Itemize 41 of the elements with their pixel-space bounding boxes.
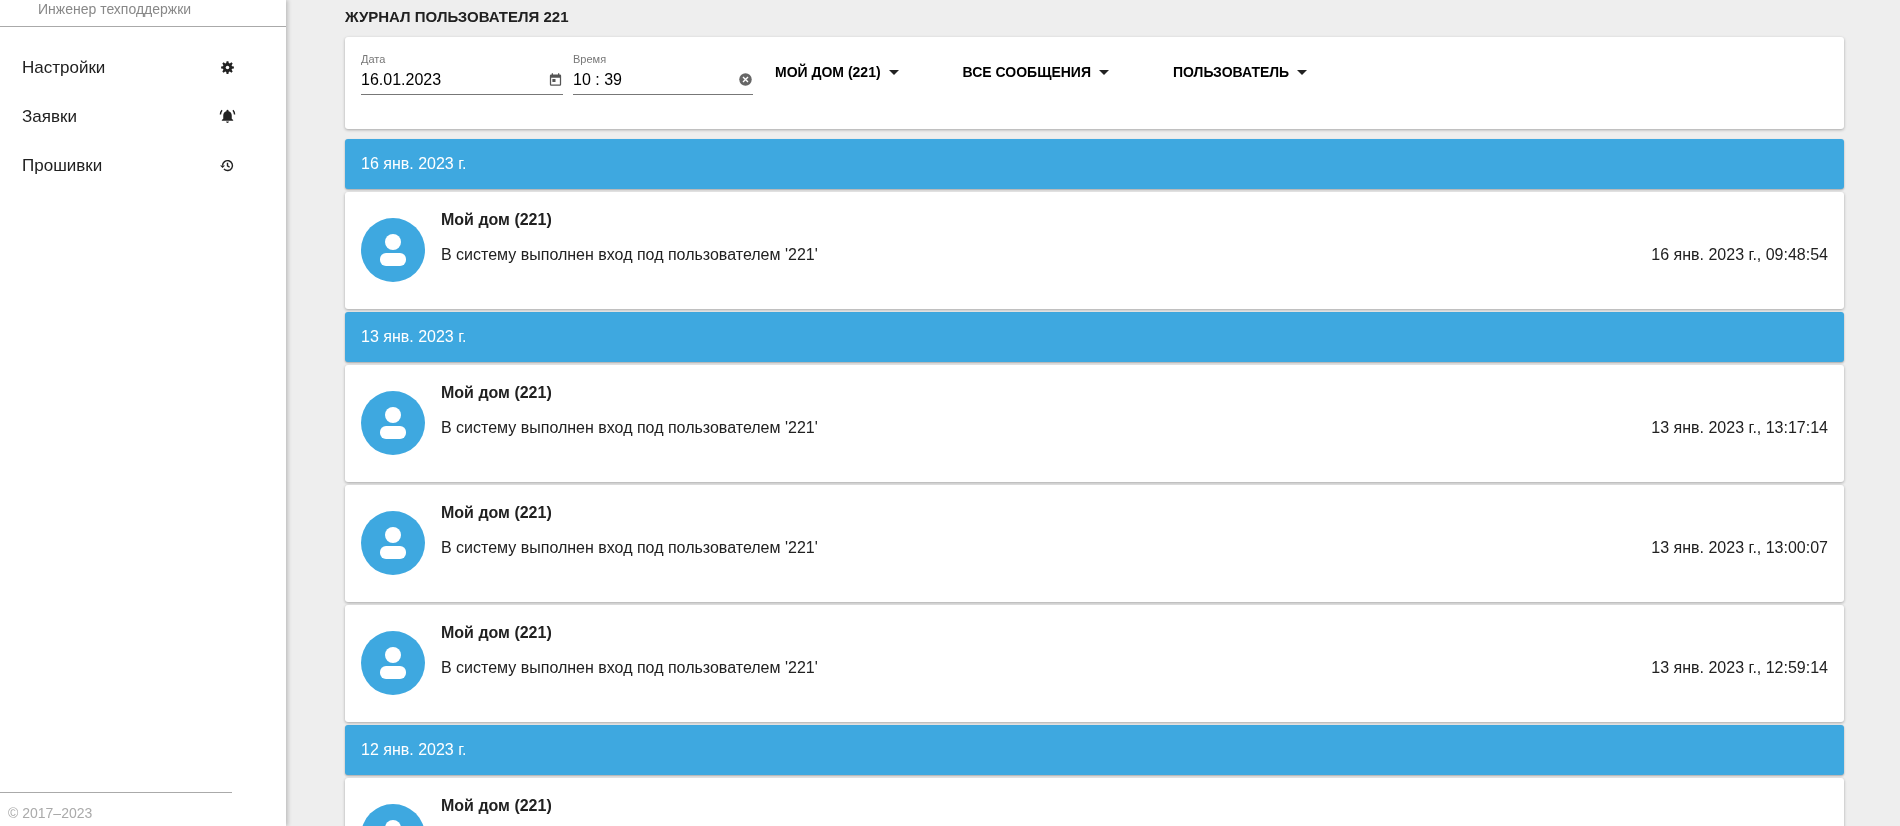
field-label: Дата xyxy=(361,52,387,67)
avatar-icon xyxy=(361,391,425,455)
dropdown-button[interactable]: ВСЕ СООБЩЕНИЯ xyxy=(950,56,1121,90)
sidebar-item[interactable]: Прошивки xyxy=(0,141,286,190)
caret-icon xyxy=(1098,70,1109,76)
avatar-icon xyxy=(361,511,425,575)
history-icon xyxy=(219,157,236,174)
caret-icon xyxy=(888,70,899,76)
field-label: Время xyxy=(573,52,608,67)
entry-message: В систему выполнен вход под пользователем '221' xyxy=(441,658,818,678)
time-field[interactable]: 10 : 39 xyxy=(573,67,738,92)
avatar-icon xyxy=(361,631,425,695)
clear-icon[interactable] xyxy=(738,72,753,87)
page-title: ЖУРНАЛ ПОЛЬЗОВАТЕЛЯ 221 xyxy=(345,7,570,27)
date-header: 13 янв. 2023 г. xyxy=(345,311,1844,362)
avatar-icon xyxy=(361,218,425,282)
entry-timestamp: 13 янв. 2023 г., 13:00:07 xyxy=(1651,538,1828,558)
calendar-icon[interactable] xyxy=(548,72,563,87)
date-header: 12 янв. 2023 г. xyxy=(345,724,1844,775)
entry-title: Мой дом (221) xyxy=(441,382,552,403)
bell-icon xyxy=(219,108,236,125)
role-text: Инженер техподдержки xyxy=(37,0,193,18)
sidebar-item[interactable]: Заявки xyxy=(0,92,286,141)
copyright-text: © 2017–2023 xyxy=(0,792,232,826)
entry-message: В систему выполнен вход под пользователем '221' xyxy=(441,538,818,558)
entry-title: Мой дом (221) xyxy=(441,795,552,816)
sidebar-item[interactable]: Настройки xyxy=(0,43,286,92)
entry-timestamp: 13 янв. 2023 г., 12:59:14 xyxy=(1651,658,1828,678)
caret-icon xyxy=(1297,70,1308,76)
entry-title: Мой дом (221) xyxy=(441,622,552,643)
entry-timestamp: 16 янв. 2023 г., 09:48:54 xyxy=(1651,245,1828,265)
date-field[interactable]: 16.01.2023 xyxy=(361,67,548,92)
entry-title: Мой дом (221) xyxy=(441,209,552,230)
dropdown-button[interactable]: МОЙ ДОМ (221) xyxy=(763,56,911,90)
entry-message: В систему выполнен вход под пользователем '221' xyxy=(441,418,818,438)
date-header: 16 янв. 2023 г. xyxy=(345,138,1844,189)
entry-title: Мой дом (221) xyxy=(441,502,552,523)
gear-icon xyxy=(219,59,236,76)
entry-message: В систему выполнен вход под пользователем '221' xyxy=(441,245,818,265)
dropdown-button[interactable]: ПОЛЬЗОВАТЕЛЬ xyxy=(1160,56,1320,90)
entry-timestamp: 13 янв. 2023 г., 13:17:14 xyxy=(1651,418,1828,438)
